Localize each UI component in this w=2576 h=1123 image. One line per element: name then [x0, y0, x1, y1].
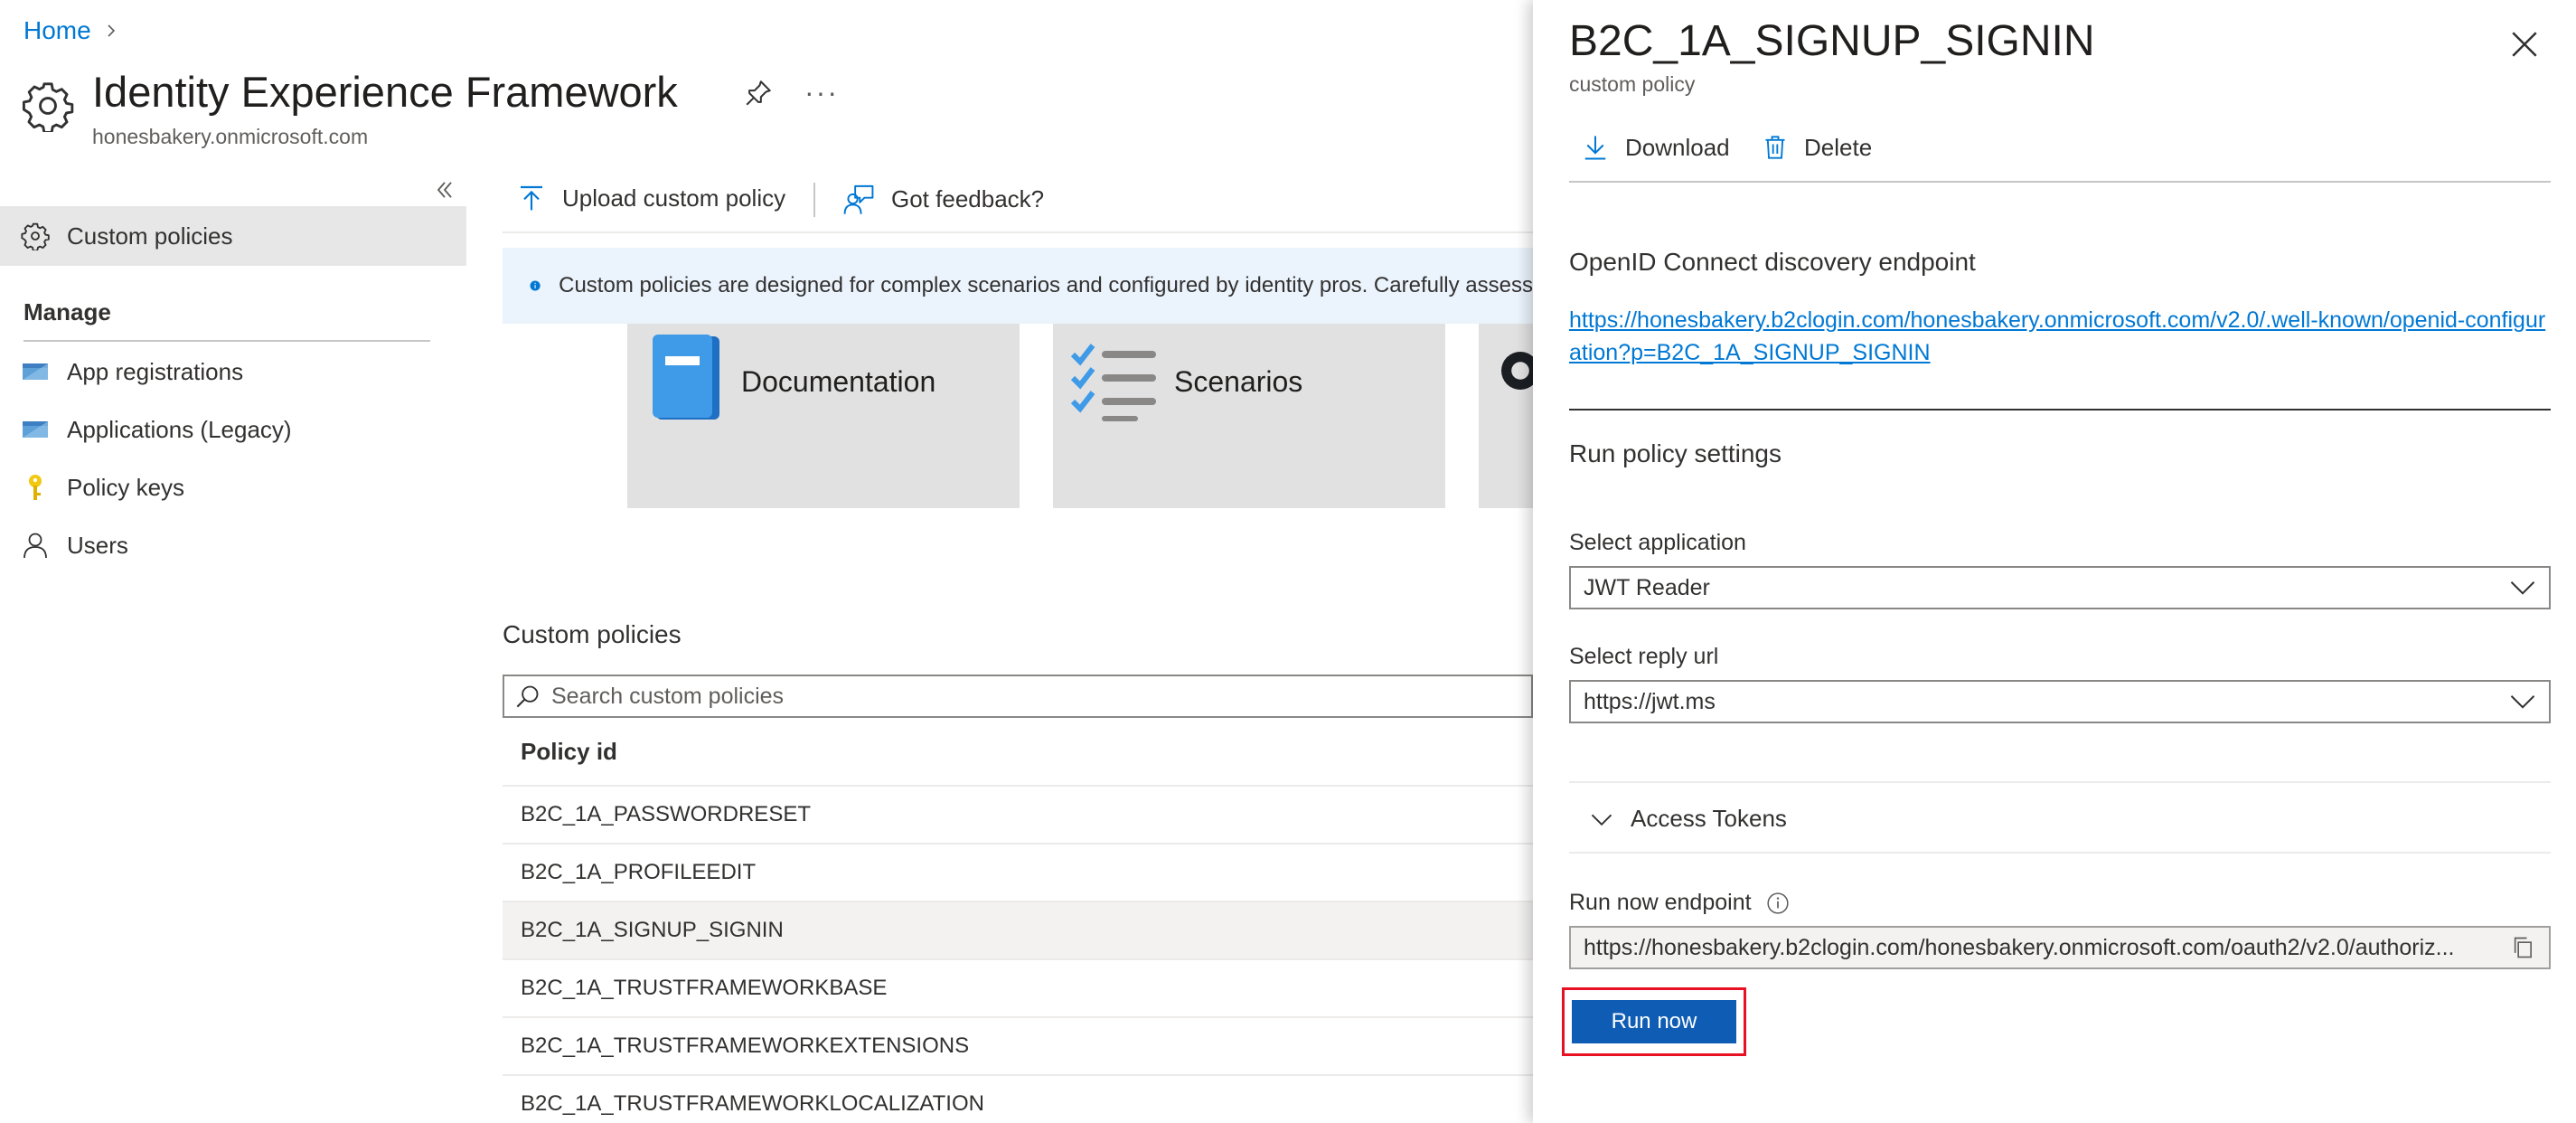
chevron-right-icon: [108, 24, 115, 37]
chevron-down-icon: [2510, 695, 2535, 709]
sidebar-item-custom-policies-content[interactable]: Custom policies: [20, 221, 233, 251]
policy-id-cell: B2C_1A_TRUSTFRAMEWORKLOCALIZATION: [521, 1091, 984, 1116]
key-icon: [20, 472, 51, 503]
chevron-down-icon: [1591, 814, 1612, 826]
policy-detail-panel: B2C_1A_SIGNUP_SIGNIN custom policy Downl…: [1533, 0, 2576, 1123]
delete-label: Delete: [1804, 133, 1873, 161]
table-row[interactable]: B2C_1A_TRUSTFRAMEWORKBASE: [503, 958, 1533, 1016]
run-now-button[interactable]: Run now: [1572, 1000, 1736, 1043]
section-divider: [1569, 781, 2551, 783]
delete-button[interactable]: Delete: [1763, 132, 1872, 163]
github-icon: [1501, 352, 1533, 390]
checklist-icon: [1070, 344, 1156, 421]
got-feedback-button[interactable]: Got feedback?: [842, 183, 1044, 215]
sidebar-item-applications-legacy[interactable]: Applications (Legacy): [20, 414, 292, 445]
run-now-highlight: Run now: [1562, 987, 1746, 1056]
info-icon[interactable]: [1766, 892, 1790, 915]
discovery-endpoint-link[interactable]: https://honesbakery.b2clogin.com/honesba…: [1569, 304, 2554, 369]
table-row-selected[interactable]: B2C_1A_SIGNUP_SIGNIN: [503, 901, 1533, 958]
feedback-label: Got feedback?: [891, 184, 1045, 212]
upload-icon: [521, 185, 542, 211]
download-icon: [1584, 136, 1606, 160]
search-icon: [516, 685, 539, 708]
custom-policies-heading: Custom policies: [503, 620, 682, 648]
select-reply-url-dropdown[interactable]: https://jwt.ms: [1569, 680, 2551, 723]
close-icon[interactable]: [2509, 29, 2540, 60]
select-application-dropdown[interactable]: JWT Reader: [1569, 566, 2551, 609]
page-title: Identity Experience Framework: [92, 68, 678, 116]
select-application-label: Select application: [1569, 530, 1746, 555]
section-divider: [1569, 852, 2551, 854]
documentation-card[interactable]: Documentation: [627, 324, 1020, 508]
panel-toolbar-divider: [1569, 181, 2551, 183]
sidebar-item-label: App registrations: [67, 357, 244, 385]
download-label: Download: [1625, 133, 1730, 161]
chevron-down-icon: [2510, 581, 2535, 595]
info-icon: [530, 280, 541, 291]
upload-label: Upload custom policy: [562, 184, 786, 212]
toolbar-separator: [813, 183, 815, 217]
tenant-name: honesbakery.onmicrosoft.com: [92, 125, 369, 148]
table-row[interactable]: B2C_1A_TRUSTFRAMEWORKEXTENSIONS: [503, 1016, 1533, 1074]
breadcrumb: Home: [24, 16, 118, 45]
gear-icon: [20, 221, 51, 251]
app-registrations-icon: [20, 356, 51, 387]
access-tokens-toggle[interactable]: Access Tokens: [1589, 805, 1787, 833]
run-endpoint-label-row: Run now endpoint: [1569, 890, 1790, 916]
sidebar-item-label: Applications (Legacy): [67, 415, 292, 443]
pin-icon[interactable]: [743, 78, 774, 109]
info-text: Custom policies are designed for complex…: [559, 273, 1533, 297]
table-row[interactable]: B2C_1A_PASSWORDRESET: [503, 785, 1533, 843]
select-reply-url-label: Select reply url: [1569, 644, 1719, 669]
search-box[interactable]: [503, 675, 1533, 718]
breadcrumb-home-link[interactable]: Home: [24, 16, 91, 45]
scenarios-card[interactable]: Scenarios: [1053, 324, 1445, 508]
run-policy-settings-heading: Run policy settings: [1569, 439, 1782, 467]
table-row[interactable]: B2C_1A_PROFILEEDIT: [503, 843, 1533, 901]
sidebar-item-users[interactable]: Users: [20, 530, 128, 561]
run-endpoint-value: https://honesbakery.b2clogin.com/honesba…: [1584, 934, 2455, 960]
trash-icon: [1765, 136, 1785, 159]
policy-id-cell: B2C_1A_PROFILEEDIT: [521, 860, 757, 884]
sidebar-item-label: Users: [67, 531, 128, 559]
panel-subtitle: custom policy: [1569, 72, 1696, 96]
panel-title: B2C_1A_SIGNUP_SIGNIN: [1569, 17, 2095, 65]
policy-id-cell: B2C_1A_TRUSTFRAMEWORKBASE: [521, 976, 888, 1000]
card-title: Documentation: [741, 365, 936, 398]
info-banner: Custom policies are designed for complex…: [503, 248, 1533, 324]
sidebar-item-label: Policy keys: [67, 473, 185, 501]
collapse-sidebar-icon[interactable]: [432, 177, 457, 203]
user-icon: [20, 530, 51, 561]
download-button[interactable]: Download: [1582, 132, 1730, 163]
feedback-icon: [843, 184, 874, 214]
discovery-heading: OpenID Connect discovery endpoint: [1569, 248, 1976, 276]
policy-id-cell: B2C_1A_SIGNUP_SIGNIN: [521, 918, 784, 942]
manage-heading: Manage: [24, 298, 111, 326]
upload-custom-policy-button[interactable]: Upload custom policy: [517, 183, 785, 213]
toolbar-divider: [503, 231, 1533, 233]
column-header-policy-id[interactable]: Policy id: [521, 738, 617, 766]
policy-id-cell: B2C_1A_TRUSTFRAMEWORKEXTENSIONS: [521, 1033, 970, 1058]
table-row[interactable]: B2C_1A_TRUSTFRAMEWORKLOCALIZATION: [503, 1074, 1533, 1123]
book-icon: [653, 335, 719, 420]
section-divider: [1569, 409, 2551, 411]
gear-icon: [22, 82, 74, 132]
select-reply-url-value: https://jwt.ms: [1584, 688, 1716, 714]
run-endpoint-label: Run now endpoint: [1569, 890, 1752, 915]
sidebar-item-label: Custom policies: [67, 222, 233, 250]
github-card[interactable]: [1479, 324, 1533, 508]
select-application-value: JWT Reader: [1584, 574, 1710, 600]
copy-icon[interactable]: [2511, 935, 2536, 960]
sidebar-item-app-registrations[interactable]: App registrations: [20, 356, 243, 387]
policy-id-cell: B2C_1A_PASSWORDRESET: [521, 802, 811, 826]
manage-divider: [24, 340, 430, 342]
sidebar-item-policy-keys[interactable]: Policy keys: [20, 472, 184, 503]
applications-legacy-icon: [20, 414, 51, 445]
card-title: Scenarios: [1174, 365, 1303, 398]
run-endpoint-field[interactable]: https://honesbakery.b2clogin.com/honesba…: [1569, 926, 2551, 969]
more-options-icon[interactable]: ···: [804, 76, 839, 109]
access-tokens-label: Access Tokens: [1631, 805, 1787, 832]
search-input[interactable]: [551, 683, 1365, 710]
